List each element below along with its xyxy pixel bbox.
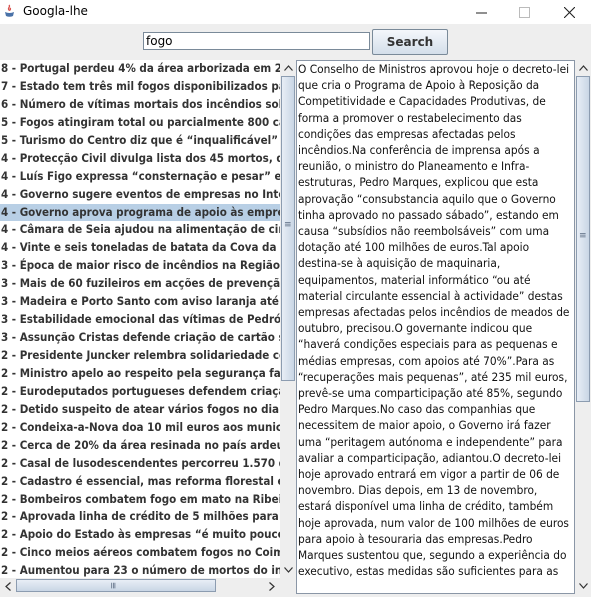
result-list-item[interactable]: 3 - Estabilidade emocional das vítimas d… (0, 311, 280, 329)
scroll-left-arrow[interactable] (0, 578, 16, 594)
result-list-item[interactable]: 2 - Cerca de 20% da área resinada no paí… (0, 437, 280, 455)
scroll-down-arrow[interactable] (280, 562, 296, 578)
result-list-item[interactable]: 2 - Condeixa-a-Nova doa 10 mil euros aos… (0, 419, 280, 437)
article-body: O Conselho de Ministros aprovou hoje o d… (298, 62, 570, 579)
grip-icon: ≡ (579, 231, 587, 241)
scroll-down-arrow[interactable] (575, 578, 591, 594)
result-list-item[interactable]: 2 - Cinco meios aéreos combatem fogos no… (0, 544, 280, 562)
grip-icon: ≡ (107, 581, 118, 590)
result-list-item[interactable]: 2 - Casal de lusodescendentes percorreu … (0, 455, 280, 473)
java-app-icon (5, 4, 14, 17)
article-vertical-scrollbar[interactable]: ≡ (575, 60, 591, 594)
result-list-item[interactable]: 5 - Fogos atingiram total ou parcialment… (0, 114, 280, 132)
result-list-item[interactable]: 2 - Bombeiros combatem fogo em mato na R… (0, 491, 280, 509)
result-list-item[interactable]: 7 - Estado tem três mil fogos disponibil… (0, 78, 280, 96)
chevron-down-icon (578, 583, 588, 589)
scroll-up-arrow[interactable] (575, 60, 591, 76)
horizontal-scroll-thumb[interactable]: ≡ (16, 579, 216, 592)
scroll-right-arrow[interactable] (264, 578, 280, 594)
scroll-up-arrow[interactable] (280, 60, 296, 76)
maximize-icon (518, 6, 530, 18)
close-icon (563, 6, 575, 18)
results-horizontal-scrollbar[interactable]: ≡ (0, 578, 296, 594)
window-title: Googla-lhe (23, 4, 88, 18)
result-list-item[interactable]: 4 - Câmara de Seia ajudou na alimentação… (0, 221, 280, 239)
result-list-item[interactable]: 2 - Cadastro é essencial, mas reforma fl… (0, 473, 280, 491)
results-list[interactable]: 8 - Portugal perdeu 4% da área arborizad… (0, 60, 280, 578)
chevron-down-icon (283, 567, 293, 573)
title-bar: Googla-lhe (0, 0, 591, 24)
article-text-area[interactable]: O Conselho de Ministros aprovou hoje o d… (296, 60, 575, 594)
maximize-button[interactable] (502, 0, 546, 24)
results-scroll-thumb[interactable]: ≡ (281, 76, 295, 381)
chevron-up-icon (283, 65, 293, 71)
result-list-item[interactable]: 4 - Vinte e seis toneladas de batata da … (0, 239, 280, 257)
result-list-item[interactable]: 2 - Apoio do Estado às empresas “é muito… (0, 526, 280, 544)
minimize-button[interactable] (459, 0, 503, 24)
search-input[interactable] (143, 32, 370, 50)
result-list-item[interactable]: 2 - Detido suspeito de atear vários fogo… (0, 401, 280, 419)
result-list-item[interactable]: 4 - Governo aprova programa de apoio às … (0, 203, 280, 222)
search-button[interactable]: Search (372, 29, 448, 55)
article-scroll-thumb[interactable]: ≡ (576, 76, 590, 402)
result-list-item[interactable]: 3 - Época de maior risco de incêndios na… (0, 257, 280, 275)
chevron-up-icon (578, 65, 588, 71)
result-list-item[interactable]: 4 - Governo sugere eventos de empresas n… (0, 186, 280, 204)
result-list-item[interactable]: 2 - Presidente Juncker relembra solidari… (0, 347, 280, 365)
result-list-item[interactable]: 8 - Portugal perdeu 4% da área arborizad… (0, 60, 280, 78)
result-list-item[interactable]: 3 - Assunção Cristas defende criação de … (0, 329, 280, 347)
result-list-item[interactable]: 3 - Madeira e Porto Santo com aviso lara… (0, 293, 280, 311)
result-list-item[interactable]: 5 - Turismo do Centro diz que é “inquali… (0, 132, 280, 150)
result-list-item[interactable]: 4 - Protecção Civil divulga lista dos 45… (0, 150, 280, 168)
result-list-item[interactable]: 2 - Aprovada linha de crédito de 5 milhõ… (0, 508, 280, 526)
result-list-item[interactable]: 2 - Aumentou para 23 o número de mortos … (0, 562, 280, 578)
result-list-item[interactable]: 3 - Mais de 60 fuzileiros em acções de p… (0, 275, 280, 293)
results-vertical-scrollbar[interactable]: ≡ (280, 60, 296, 578)
minimize-icon (475, 12, 487, 13)
result-list-item[interactable]: 2 - Eurodeputados portugueses defendem c… (0, 383, 280, 401)
grip-icon: ≡ (284, 220, 292, 230)
result-list-item[interactable]: 2 - Ministro apelo ao respeito pela segu… (0, 365, 280, 383)
chevron-right-icon (269, 581, 275, 591)
result-list-item[interactable]: 6 - Número de vítimas mortais dos incênd… (0, 96, 280, 114)
close-button[interactable] (547, 0, 591, 24)
result-list-item[interactable]: 4 - Luís Figo expressa “consternação e p… (0, 168, 280, 186)
chevron-left-icon (5, 581, 11, 591)
